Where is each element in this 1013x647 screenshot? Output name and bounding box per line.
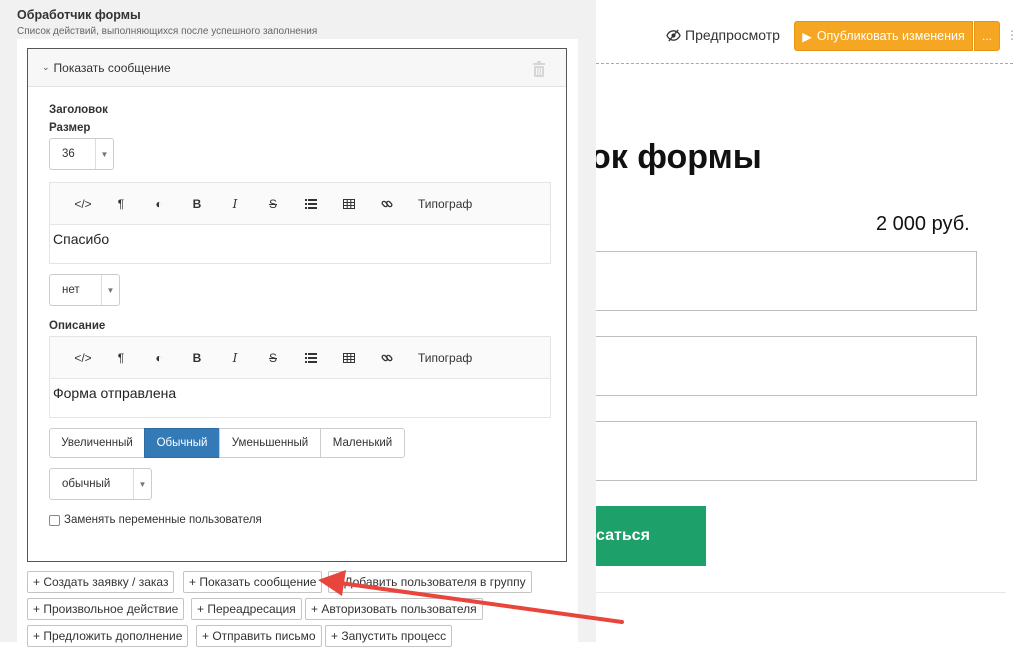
- submit-label: саться: [596, 527, 650, 544]
- list-icon[interactable]: [292, 346, 330, 370]
- heading-text[interactable]: Спасибо: [50, 225, 550, 263]
- chevron-down-icon: ⌄: [42, 62, 50, 72]
- description-text[interactable]: Форма отправлена: [50, 379, 550, 417]
- description-label: Описание: [49, 320, 106, 332]
- trash-icon[interactable]: [532, 61, 546, 77]
- size-label: Размер: [49, 122, 91, 134]
- size-option-normal[interactable]: Обычный: [144, 428, 220, 458]
- eye-slash-icon: [666, 28, 681, 42]
- description-editor: </> ¶ ◐ B I S Типограф Форма отправлена: [49, 336, 551, 418]
- price-label: 2 000 руб.: [876, 213, 970, 235]
- form-handler-panel: Обработчик формы Список действий, выполн…: [0, 0, 596, 647]
- link-icon[interactable]: [368, 346, 406, 370]
- strikethrough-icon[interactable]: S: [254, 192, 292, 216]
- add-redirect-button[interactable]: + Переадресация: [191, 598, 302, 620]
- form-block-heading: ок формы: [590, 138, 762, 176]
- action-header[interactable]: ⌄ Показать сообщение: [28, 49, 566, 87]
- add-show-message-button[interactable]: + Показать сообщение: [183, 571, 323, 593]
- publish-more-label: ...: [981, 29, 992, 43]
- contrast-icon[interactable]: ◐: [140, 346, 178, 370]
- paragraph-icon[interactable]: ¶: [102, 192, 140, 216]
- heading-editor-toolbar: </> ¶ ◐ B I S Типограф: [50, 183, 550, 225]
- form-submit-button[interactable]: саться: [592, 506, 706, 566]
- size-option-small[interactable]: Маленький: [320, 428, 405, 458]
- heading-option-value: нет: [62, 284, 80, 296]
- size-select[interactable]: 36 ▼: [49, 138, 114, 170]
- caret-down-icon: ▼: [133, 469, 151, 499]
- publish-label: Опубликовать изменения: [816, 29, 965, 43]
- bold-icon[interactable]: B: [178, 346, 216, 370]
- caret-down-icon: ▼: [101, 275, 119, 305]
- replace-vars-label: Заменять переменные пользователя: [64, 514, 262, 526]
- table-icon[interactable]: [330, 192, 368, 216]
- add-authorize-user-button[interactable]: + Авторизовать пользователя: [305, 598, 483, 620]
- paragraph-icon[interactable]: ¶: [102, 346, 140, 370]
- typograph-button[interactable]: Типограф: [418, 351, 472, 365]
- preview-label: Предпросмотр: [685, 27, 780, 43]
- publish-changes-button[interactable]: ▶ Опубликовать изменения: [794, 21, 973, 51]
- contrast-icon[interactable]: ◐: [140, 192, 178, 216]
- heading-option-select[interactable]: нет ▼: [49, 274, 120, 306]
- form-input-3[interactable]: [592, 421, 977, 481]
- link-icon[interactable]: [368, 192, 406, 216]
- topbar-divider: [596, 63, 1013, 64]
- typograph-button[interactable]: Типограф: [418, 197, 472, 211]
- strikethrough-icon[interactable]: S: [254, 346, 292, 370]
- add-user-to-group-button[interactable]: + Добавить пользователя в группу: [328, 571, 532, 593]
- description-editor-toolbar: </> ¶ ◐ B I S Типограф: [50, 337, 550, 379]
- caret-down-icon: ▼: [95, 139, 113, 169]
- add-suggest-addon-button[interactable]: + Предложить дополнение: [27, 625, 189, 647]
- panel-subtitle: Список действий, выполняющихся после усп…: [17, 26, 318, 37]
- panel-title: Обработчик формы: [17, 8, 141, 22]
- italic-icon[interactable]: I: [216, 346, 254, 370]
- replace-vars-checkbox[interactable]: [49, 514, 60, 526]
- add-send-email-button[interactable]: + Отправить письмо: [196, 625, 322, 647]
- table-icon[interactable]: [330, 346, 368, 370]
- topbar-overflow-icon[interactable]: ⋮: [1006, 28, 1013, 42]
- add-start-process-button[interactable]: + Запустить процесс: [325, 625, 453, 647]
- style-select-value: обычный: [62, 478, 111, 490]
- page-divider: [596, 592, 1006, 593]
- publish-more-button[interactable]: ...: [974, 21, 1000, 51]
- action-header-label: Показать сообщение: [53, 60, 171, 75]
- text-size-segmented-control: Увеличенный Обычный Уменьшенный Маленьки…: [49, 428, 405, 458]
- size-select-value: 36: [62, 148, 75, 160]
- add-custom-action-button[interactable]: + Произвольное действие: [27, 598, 185, 620]
- style-select[interactable]: обычный ▼: [49, 468, 152, 500]
- italic-icon[interactable]: I: [216, 192, 254, 216]
- play-icon: ▶: [802, 29, 812, 44]
- add-create-order-button[interactable]: + Создать заявку / заказ: [27, 571, 175, 593]
- size-option-reduced[interactable]: Уменьшенный: [219, 428, 321, 458]
- heading-label: Заголовок: [49, 104, 108, 116]
- heading-editor: </> ¶ ◐ B I S Типограф Спасибо: [49, 182, 551, 264]
- form-input-1[interactable]: [592, 251, 977, 311]
- code-icon[interactable]: </>: [64, 192, 102, 216]
- code-icon[interactable]: </>: [64, 346, 102, 370]
- list-icon[interactable]: [292, 192, 330, 216]
- bold-icon[interactable]: B: [178, 192, 216, 216]
- size-option-large[interactable]: Увеличенный: [49, 428, 145, 458]
- preview-link[interactable]: Предпросмотр: [666, 25, 780, 45]
- replace-vars-row: Заменять переменные пользователя: [49, 514, 262, 526]
- form-input-2[interactable]: [592, 336, 977, 396]
